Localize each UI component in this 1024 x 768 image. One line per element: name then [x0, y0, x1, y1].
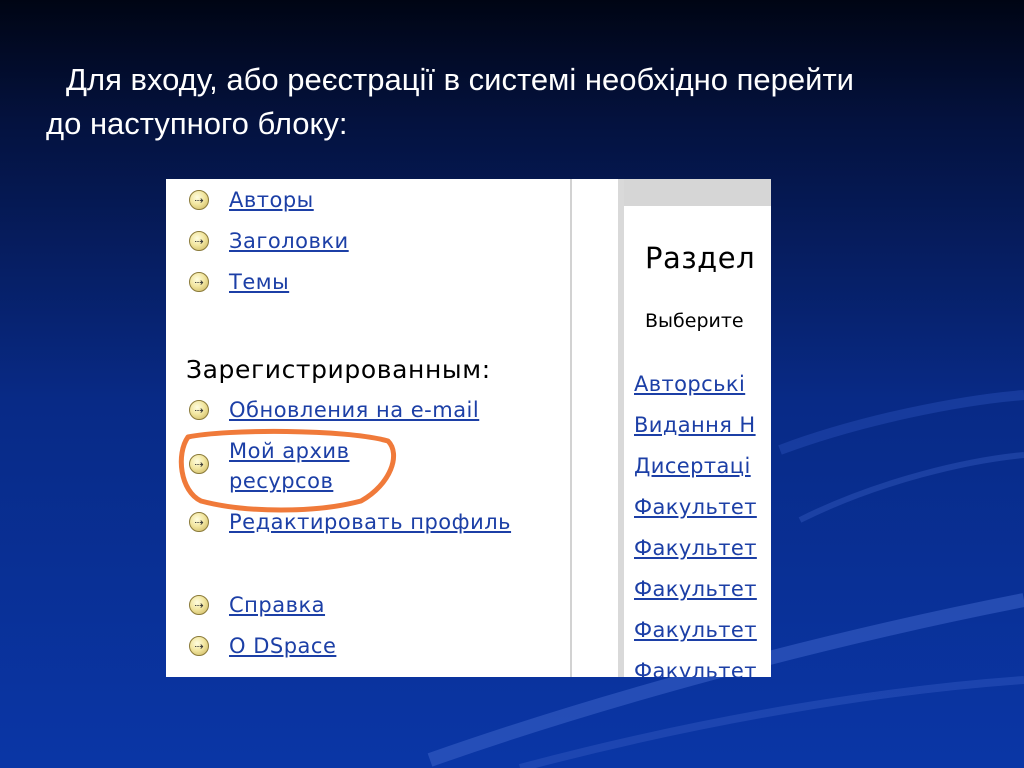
nav-link-subjects[interactable]: Темы	[229, 270, 289, 294]
arrow-bullet-icon: ⇢	[189, 454, 209, 474]
column-divider	[570, 179, 572, 677]
dspace-screenshot: ⇢ Авторы ⇢ Заголовки ⇢ Темы Зарегистриро…	[166, 179, 771, 677]
community-link[interactable]: Факультет	[634, 536, 757, 560]
nav-link-titles[interactable]: Заголовки	[229, 229, 349, 253]
slide-body-text: Для входу, або реєстрації в системі необ…	[46, 58, 986, 146]
arrow-bullet-icon: ⇢	[189, 636, 209, 656]
slide-text-line-2: до наступного блоку:	[46, 106, 348, 141]
nav-link-email-updates[interactable]: Обновления на e-mail	[229, 398, 479, 422]
arrow-bullet-icon: ⇢	[189, 400, 209, 420]
community-link[interactable]: Факультет	[634, 577, 757, 601]
community-link[interactable]: Авторські	[634, 372, 745, 396]
slide-text-line-1: Для входу, або реєстрації в системі необ…	[66, 62, 854, 97]
right-panel-header-band	[624, 179, 771, 206]
community-link[interactable]: Дисертаці	[634, 454, 751, 478]
arrow-bullet-icon: ⇢	[189, 190, 209, 210]
right-panel-title: Раздел	[645, 241, 756, 275]
arrow-bullet-icon: ⇢	[189, 272, 209, 292]
registered-section-title: Зарегистрированным:	[186, 355, 491, 384]
column-divider-thick	[618, 179, 624, 677]
nav-link-about-dspace[interactable]: О DSpace	[229, 634, 336, 658]
community-link[interactable]: Видання Н	[634, 413, 756, 437]
nav-link-authors[interactable]: Авторы	[229, 188, 314, 212]
nav-link-my-archive-line2[interactable]: ресурсов	[229, 469, 333, 493]
arrow-bullet-icon: ⇢	[189, 512, 209, 532]
nav-link-edit-profile[interactable]: Редактировать профиль	[229, 510, 511, 534]
community-link[interactable]: Факультет	[634, 618, 757, 642]
arrow-bullet-icon: ⇢	[189, 595, 209, 615]
nav-link-help[interactable]: Справка	[229, 593, 325, 617]
nav-link-my-archive-line1[interactable]: Мой архив	[229, 439, 349, 463]
community-link[interactable]: Факультет	[634, 659, 757, 677]
community-link[interactable]: Факультет	[634, 495, 757, 519]
right-panel-subtitle: Выберите	[645, 310, 744, 332]
arrow-bullet-icon: ⇢	[189, 231, 209, 251]
